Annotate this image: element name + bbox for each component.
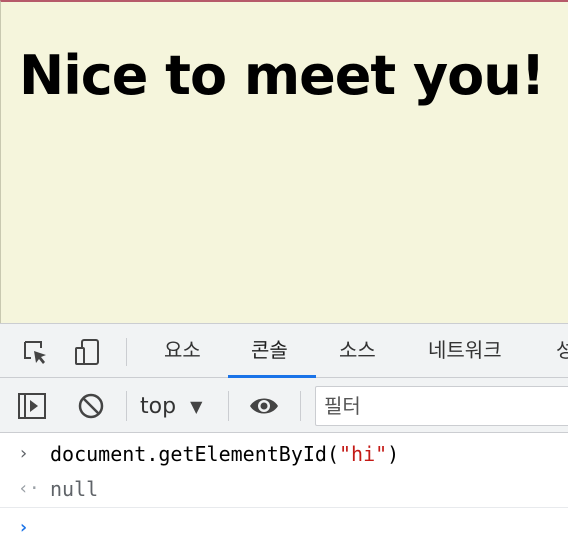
context-selector[interactable]: top ▼ (140, 391, 202, 421)
device-toolbar-icon[interactable] (72, 336, 104, 368)
tab-console[interactable]: 콘솔 (251, 324, 288, 378)
page-viewport: Nice to meet you! (0, 0, 568, 323)
tab-performance[interactable]: 성 (556, 324, 568, 378)
console-input-line: › document.getElementById("hi") (0, 436, 568, 472)
toolbar-divider (126, 338, 127, 366)
console-prompt[interactable]: › (0, 510, 568, 546)
console-input-code: document.getElementById("hi") (50, 436, 399, 472)
filter-input[interactable]: 필터 (315, 386, 568, 426)
toolbar-divider (228, 391, 229, 421)
console-toolbar: top ▼ 필터 (0, 378, 568, 433)
output-return-icon: ‹· (18, 478, 40, 499)
sidebar-toggle-icon[interactable] (16, 390, 48, 422)
console-output-value: null (50, 477, 99, 501)
context-selector-label: top (140, 393, 177, 419)
clear-console-icon[interactable] (75, 390, 107, 422)
tab-sources[interactable]: 소스 (339, 324, 376, 378)
input-chevron-icon: › (18, 443, 29, 464)
console-output-line: ‹· null (0, 471, 568, 507)
tab-elements[interactable]: 요소 (164, 324, 201, 378)
code-string-arg: "hi" (338, 442, 388, 466)
devtools-panel: 요소 콘솔 소스 네트워크 성 top ▼ 필터 › document.getE… (0, 323, 568, 550)
toolbar-divider (126, 391, 127, 421)
console-row-divider (0, 507, 568, 508)
eye-icon[interactable] (248, 390, 280, 422)
tab-network[interactable]: 네트워크 (428, 324, 502, 378)
toolbar-divider (300, 391, 301, 421)
page-heading: Nice to meet you! (19, 44, 545, 107)
chevron-down-icon: ▼ (190, 396, 203, 416)
code-call-close: ) (387, 442, 400, 466)
inspect-element-icon[interactable] (19, 336, 51, 368)
devtools-tabbar: 요소 콘솔 소스 네트워크 성 (0, 324, 568, 378)
prompt-chevron-icon: › (18, 517, 29, 538)
code-call: document.getElementById( (50, 442, 339, 466)
console-output: › document.getElementById("hi") ‹· null … (0, 434, 568, 550)
